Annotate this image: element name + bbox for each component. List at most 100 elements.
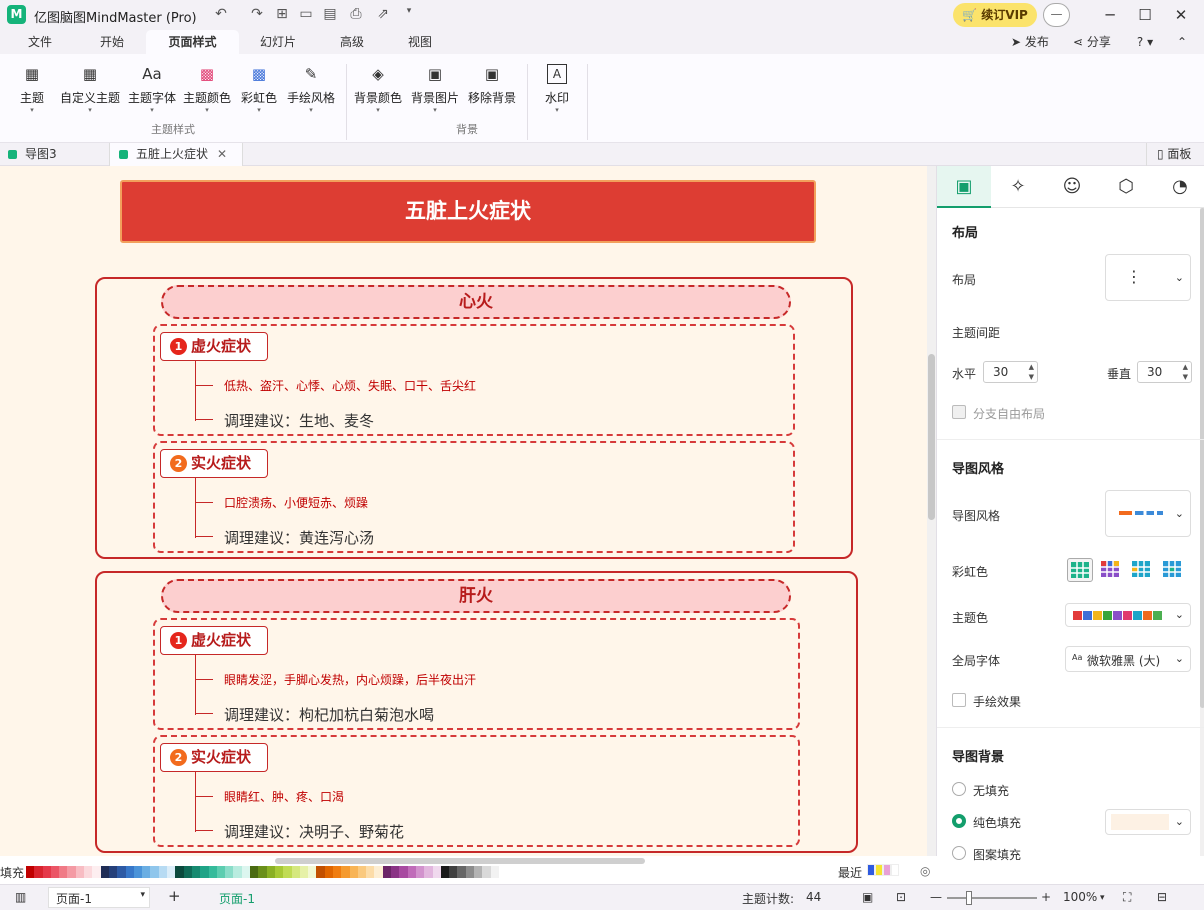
zoom-slider-handle[interactable] — [966, 891, 972, 905]
zoom-slider[interactable] — [947, 891, 1037, 905]
sub-group[interactable]: 1 虚火症状 低热、盗汗、心悸、心烦、失眠、口干、舌尖红 调理建议：生地、麦冬 — [153, 324, 795, 436]
stepper-arrows-icon[interactable]: ▲ ▼ — [1183, 362, 1188, 382]
color-swatch[interactable] — [158, 866, 168, 878]
page-selector[interactable]: 页面-1 ▾ — [48, 887, 150, 908]
custom-theme-button[interactable]: ▦ 自定义主题 ▾ — [58, 64, 122, 124]
tab-start[interactable]: 开始 — [84, 30, 140, 54]
badge-icon[interactable]: ⬡ — [1099, 166, 1153, 208]
theme-button[interactable]: ▦ 主题 ▾ — [16, 64, 48, 124]
color-swatch[interactable] — [100, 866, 109, 878]
sparkle-icon[interactable]: ✧ — [991, 166, 1045, 208]
color-swatch[interactable] — [440, 866, 450, 878]
color-swatch[interactable] — [415, 866, 425, 878]
color-swatch[interactable] — [26, 866, 35, 878]
color-swatch[interactable] — [175, 866, 184, 878]
tab-view[interactable]: 视图 — [394, 30, 446, 54]
zoom-level[interactable]: 100% — [1063, 890, 1097, 904]
hand-effect-checkbox[interactable] — [952, 693, 966, 707]
color-swatch[interactable] — [498, 866, 508, 878]
color-swatch[interactable] — [283, 866, 292, 878]
advice-leaf[interactable]: 调理建议：黄连泻心汤 — [224, 527, 374, 548]
color-swatch[interactable] — [424, 866, 433, 878]
color-swatch[interactable] — [216, 866, 226, 878]
bg-image-button[interactable]: ▣ 背景图片 ▾ — [409, 64, 461, 124]
color-swatch[interactable] — [291, 866, 300, 878]
color-swatch[interactable] — [117, 866, 126, 878]
color-swatch[interactable] — [465, 866, 475, 878]
layout-icon[interactable]: ▣ — [937, 166, 991, 208]
recent-color-swatch[interactable] — [891, 864, 899, 876]
print-icon[interactable]: ⎙ — [347, 6, 365, 22]
color-swatch[interactable] — [274, 866, 284, 878]
color-swatch[interactable] — [208, 866, 217, 878]
tab-file[interactable]: 文件 — [14, 30, 66, 54]
clock-icon[interactable]: ◔ — [1153, 166, 1204, 208]
color-swatch[interactable] — [391, 866, 400, 878]
sub-topic[interactable]: 1 虚火症状 — [160, 626, 268, 655]
remove-bg-button[interactable]: ▣ 移除背景 — [466, 64, 518, 124]
avatar[interactable]: — — [1043, 3, 1070, 27]
color-swatch[interactable] — [449, 866, 458, 878]
color-swatch[interactable] — [299, 866, 309, 878]
hand-draw-button[interactable]: ✎ 手绘风格 ▾ — [285, 64, 337, 124]
color-swatch[interactable] — [92, 866, 101, 878]
collapse-ribbon-icon[interactable]: ⌃ — [1172, 30, 1192, 54]
color-swatch[interactable] — [183, 866, 192, 878]
color-swatch[interactable] — [59, 866, 68, 878]
color-swatch[interactable] — [84, 866, 93, 878]
theme-color-button[interactable]: ▩ 主题颜色 ▾ — [181, 64, 233, 124]
bg-color-picker[interactable]: ⌄ — [1105, 809, 1191, 835]
color-swatch[interactable] — [474, 866, 483, 878]
emoji-icon[interactable]: ☺ — [1045, 166, 1099, 208]
sub-topic[interactable]: 1 虚火症状 — [160, 332, 268, 361]
close-window-icon[interactable]: ✕ — [1170, 4, 1192, 26]
organ-title[interactable]: 肝火 — [161, 579, 791, 613]
color-swatch[interactable] — [349, 866, 358, 878]
publish-button[interactable]: ➤ 发布 — [1004, 30, 1056, 54]
sub-group[interactable]: 2 实火症状 眼睛红、肿、疼、口渴 调理建议：决明子、野菊花 — [153, 735, 800, 847]
organ-group-liver[interactable]: 肝火 1 虚火症状 眼睛发涩，手脚心发热，内心烦躁，后半夜出汗 调理建议：枸杞加杭… — [95, 571, 858, 853]
doc-tab-map3[interactable]: 导图3 — [8, 143, 108, 166]
more-colors-icon[interactable]: ◎ — [920, 864, 930, 878]
color-swatch[interactable] — [341, 866, 350, 878]
close-tab-icon[interactable]: ✕ — [217, 147, 227, 161]
advice-leaf[interactable]: 调理建议：枸杞加杭白菊泡水喝 — [224, 704, 434, 725]
color-swatch[interactable] — [233, 866, 242, 878]
layout-dropdown[interactable]: ⋮ ⌄ — [1105, 254, 1191, 301]
symptom-leaf[interactable]: 眼睛发涩，手脚心发热，内心烦躁，后半夜出汗 — [224, 671, 476, 688]
canvas-horizontal-scrollbar[interactable] — [275, 858, 645, 864]
recent-color-swatch[interactable] — [875, 864, 883, 876]
scrollbar-thumb[interactable] — [1200, 208, 1204, 708]
color-swatch[interactable] — [332, 866, 342, 878]
color-swatch[interactable] — [266, 866, 275, 878]
rainbow-option-1[interactable] — [1067, 558, 1093, 582]
color-swatch[interactable] — [42, 866, 51, 878]
zoom-out-icon[interactable]: — — [930, 890, 942, 904]
fit-width-icon[interactable]: ⊡ — [896, 890, 906, 904]
maximize-icon[interactable]: ☐ — [1134, 4, 1156, 26]
color-swatches[interactable] — [26, 866, 508, 878]
root-topic[interactable]: 五脏上火症状 — [120, 180, 816, 243]
minimize-icon[interactable]: ─ — [1099, 4, 1121, 26]
color-swatch[interactable] — [150, 866, 159, 878]
color-swatch[interactable] — [108, 866, 118, 878]
recent-color-swatch[interactable] — [867, 864, 875, 876]
bg-none-radio[interactable] — [952, 782, 966, 796]
theme-color-dropdown[interactable]: ⌄ — [1065, 603, 1191, 627]
scrollbar-thumb[interactable] — [928, 354, 935, 520]
doc-tab-five-organs[interactable]: 五脏上火症状 ✕ — [109, 143, 243, 166]
open-folder-icon[interactable]: ▭ — [297, 6, 315, 22]
organ-group-heart[interactable]: 心火 1 虚火症状 低热、盗汗、心悸、心烦、失眠、口干、舌尖红 调理建议：生地、麦… — [95, 277, 853, 559]
theme-font-button[interactable]: Aa 主题字体 ▾ — [126, 64, 178, 124]
color-swatch[interactable] — [457, 866, 466, 878]
color-swatch[interactable] — [34, 866, 43, 878]
global-font-dropdown[interactable]: Aa 微软雅黑 (大) ⌄ — [1065, 646, 1191, 672]
color-swatch[interactable] — [167, 866, 176, 878]
symptom-leaf[interactable]: 口腔溃疡、小便短赤、烦躁 — [224, 494, 368, 511]
organ-title[interactable]: 心火 — [161, 285, 791, 319]
rainbow-option-3[interactable] — [1129, 558, 1155, 582]
sub-topic[interactable]: 2 实火症状 — [160, 743, 268, 772]
recent-color-swatch[interactable] — [883, 864, 891, 876]
watermark-button[interactable]: A 水印 ▾ — [538, 64, 576, 124]
sub-group[interactable]: 1 虚火症状 眼睛发涩，手脚心发热，内心烦躁，后半夜出汗 调理建议：枸杞加杭白菊泡… — [153, 618, 800, 730]
